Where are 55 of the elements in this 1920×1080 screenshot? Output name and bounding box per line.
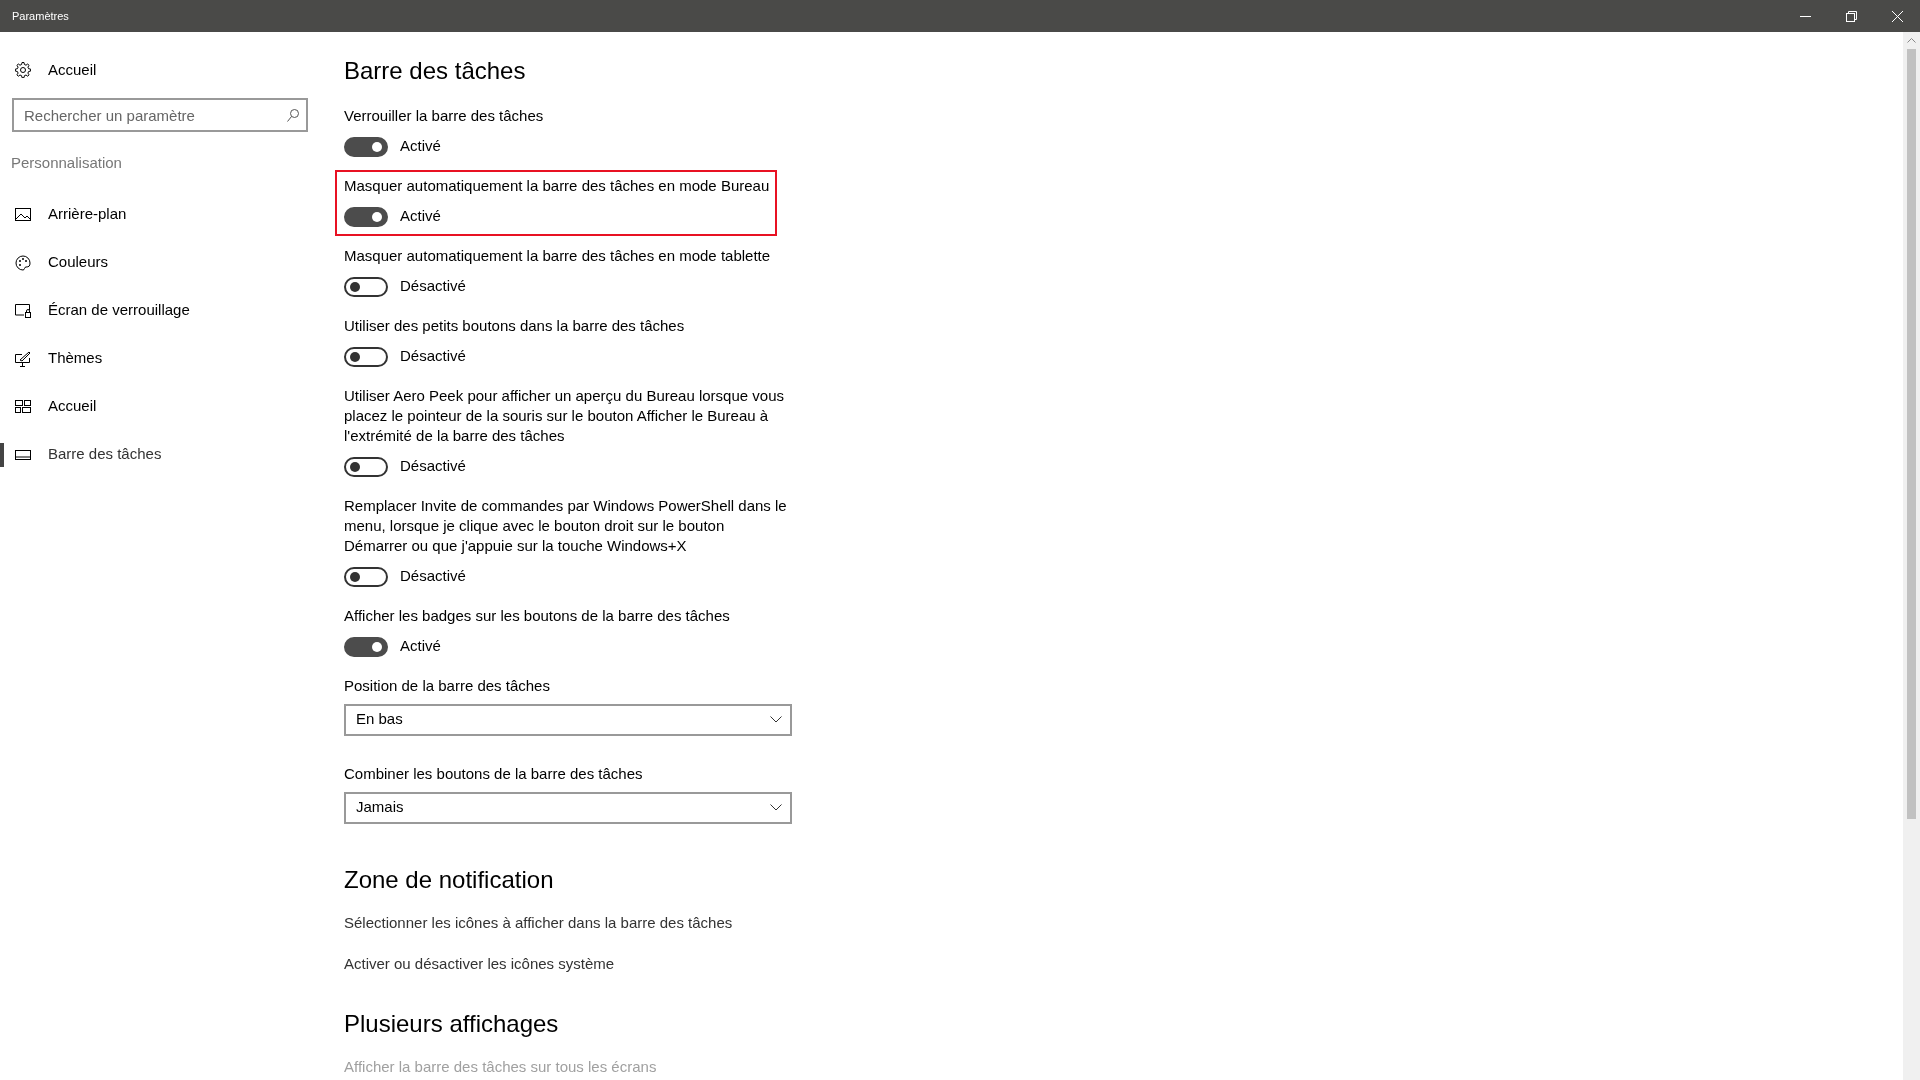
section-heading: Zone de notification bbox=[344, 864, 555, 895]
search-field[interactable]: Rechercher un paramètre bbox=[12, 98, 308, 132]
scrollbar[interactable] bbox=[1903, 32, 1920, 1080]
setting-label: Utiliser des petits boutons dans la barre des tâches bbox=[344, 315, 686, 336]
sidebar-item[interactable]: Accueil bbox=[0, 382, 320, 431]
section-heading: Barre des tâches bbox=[344, 55, 527, 86]
restore-icon bbox=[1845, 10, 1857, 22]
setting-label: Masquer automatiquement la barre des tâches en mode tablette bbox=[344, 245, 772, 266]
setting-label: Verrouiller la barre des tâches bbox=[344, 105, 545, 126]
taskbar-icon bbox=[15, 449, 31, 460]
brush-monitor-icon bbox=[15, 350, 31, 367]
setting-label: Utiliser Aero Peek pour afficher un aperçu du Bureau lorsque vous placez le pointeur de la souris sur le bouton Afficher le Bureau à l'extrémité de la barre des tâches bbox=[344, 385, 785, 446]
setting-label: Position de la barre des tâches bbox=[344, 675, 551, 696]
sidebar-item[interactable]: Couleurs bbox=[0, 238, 320, 287]
setting-label: Combiner les boutons de la barre des tâches bbox=[344, 763, 644, 784]
chevron-icon bbox=[770, 804, 782, 811]
toggle-switch[interactable] bbox=[344, 276, 388, 297]
dropdown[interactable]: En bas bbox=[344, 703, 792, 736]
section-heading: Plusieurs affichages bbox=[344, 1008, 560, 1039]
toggle-state: Désactivé bbox=[400, 566, 466, 587]
toggle-state: Activé bbox=[400, 636, 441, 657]
search-icon bbox=[287, 109, 299, 122]
setting-label: Masquer automatiquement la barre des tâches en mode Bureau bbox=[344, 175, 770, 196]
sidebar-item[interactable]: Écran de verrouillage bbox=[0, 286, 320, 335]
home-nav-item[interactable]: Accueil bbox=[0, 46, 320, 94]
setting-link[interactable]: Activer ou désactiver les icônes système bbox=[344, 953, 1903, 974]
toggle-switch[interactable] bbox=[344, 206, 388, 227]
toggle-switch[interactable] bbox=[344, 456, 388, 477]
palette-icon bbox=[15, 254, 31, 271]
sidebar-item[interactable]: Barre des tâches bbox=[0, 430, 320, 479]
window-title: Paramètres bbox=[11, 8, 69, 24]
toggle-switch[interactable] bbox=[344, 136, 388, 157]
minimize-icon bbox=[1799, 15, 1811, 17]
category-heading: Personnalisation bbox=[10, 153, 123, 173]
gear-icon bbox=[15, 62, 31, 78]
chevron-icon bbox=[770, 716, 782, 723]
setting-label: Afficher les badges sur les boutons de la barre des tâches bbox=[344, 605, 731, 626]
toggle-switch[interactable] bbox=[344, 566, 388, 587]
toggle-state: Désactivé bbox=[400, 346, 466, 367]
toggle-state: Désactivé bbox=[400, 276, 466, 297]
sidebar-item[interactable]: Arrière-plan bbox=[0, 190, 320, 239]
sidebar-item[interactable]: Thèmes bbox=[0, 334, 320, 383]
picture-icon bbox=[15, 207, 31, 222]
toggle-state: Activé bbox=[400, 136, 441, 157]
lock-screen-icon bbox=[15, 303, 31, 318]
setting-link[interactable]: Sélectionner les icônes à afficher dans la barre des tâches bbox=[344, 912, 1903, 933]
tiles-icon bbox=[15, 399, 31, 414]
toggle-state: Activé bbox=[400, 206, 441, 227]
setting-label: Remplacer Invite de commandes par Windows PowerShell dans le menu, lorsque je clique avec le bouton droit sur le bouton Démarrer ou que j'appuie sur la touche Windows+X bbox=[344, 495, 788, 556]
toggle-switch[interactable] bbox=[344, 346, 388, 367]
close-icon bbox=[1891, 10, 1903, 22]
dropdown[interactable]: Jamais bbox=[344, 791, 792, 824]
scroll-up-icon bbox=[1907, 38, 1916, 43]
toggle-state: Désactivé bbox=[400, 456, 466, 477]
toggle-switch[interactable] bbox=[344, 636, 388, 657]
